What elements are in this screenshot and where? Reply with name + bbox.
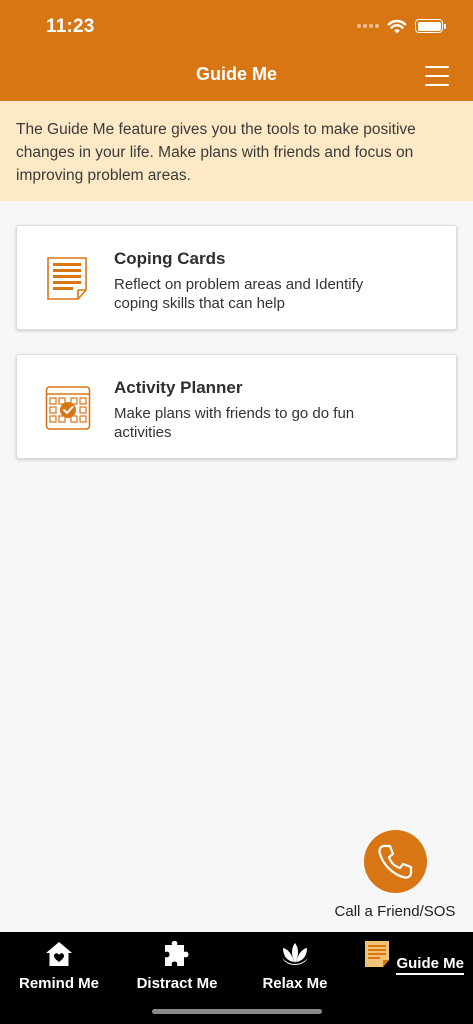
card-title: Coping Cards [114, 249, 226, 268]
hamburger-line [425, 83, 449, 86]
menu-button[interactable] [425, 66, 449, 86]
hamburger-line [425, 66, 449, 69]
status-icons [357, 17, 446, 35]
card-title: Activity Planner [114, 378, 243, 397]
tab-label: Remind Me [18, 975, 99, 992]
intro-text: The Guide Me feature gives you the tools… [16, 121, 416, 184]
call-friend-sos-button[interactable]: Call a Friend/SOS [330, 830, 460, 920]
calendar-check-icon [45, 386, 91, 430]
sos-circle[interactable] [363, 830, 427, 893]
hamburger-line [425, 74, 449, 78]
tab-distract-me[interactable]: Distract Me [122, 940, 232, 992]
activity-planner-card[interactable]: Activity Planner Make plans with friends… [16, 354, 457, 459]
home-heart-icon [46, 942, 72, 966]
sos-label: Call a Friend/SOS [334, 903, 456, 920]
home-indicator [152, 1009, 322, 1014]
card-description: Make plans with friends to go do fun act… [114, 405, 355, 441]
cellular-signal-icon [357, 24, 379, 28]
tab-label: Guide Me [396, 955, 464, 975]
wifi-icon [387, 19, 407, 34]
battery-icon [415, 19, 446, 33]
card-description: Reflect on problem areas and Identify co… [114, 276, 364, 312]
intro-banner: The Guide Me feature gives you the tools… [0, 101, 473, 201]
notepad-icon [47, 257, 87, 300]
lotus-icon [282, 943, 308, 965]
puzzle-icon [165, 941, 189, 966]
tab-label: Relax Me [262, 975, 328, 992]
top-bar: 11:23 Guide Me [0, 0, 473, 101]
tab-label: Distract Me [136, 975, 218, 992]
phone-icon [378, 844, 413, 879]
tab-relax-me[interactable]: Relax Me [240, 940, 350, 992]
status-time: 11:23 [46, 16, 95, 37]
tab-guide-me[interactable]: Guide Me [358, 940, 468, 975]
notepad-icon [365, 941, 390, 967]
page-title: Guide Me [195, 64, 277, 84]
coping-cards-card[interactable]: Coping Cards Reflect on problem areas an… [16, 225, 457, 330]
tab-remind-me[interactable]: Remind Me [4, 940, 114, 992]
